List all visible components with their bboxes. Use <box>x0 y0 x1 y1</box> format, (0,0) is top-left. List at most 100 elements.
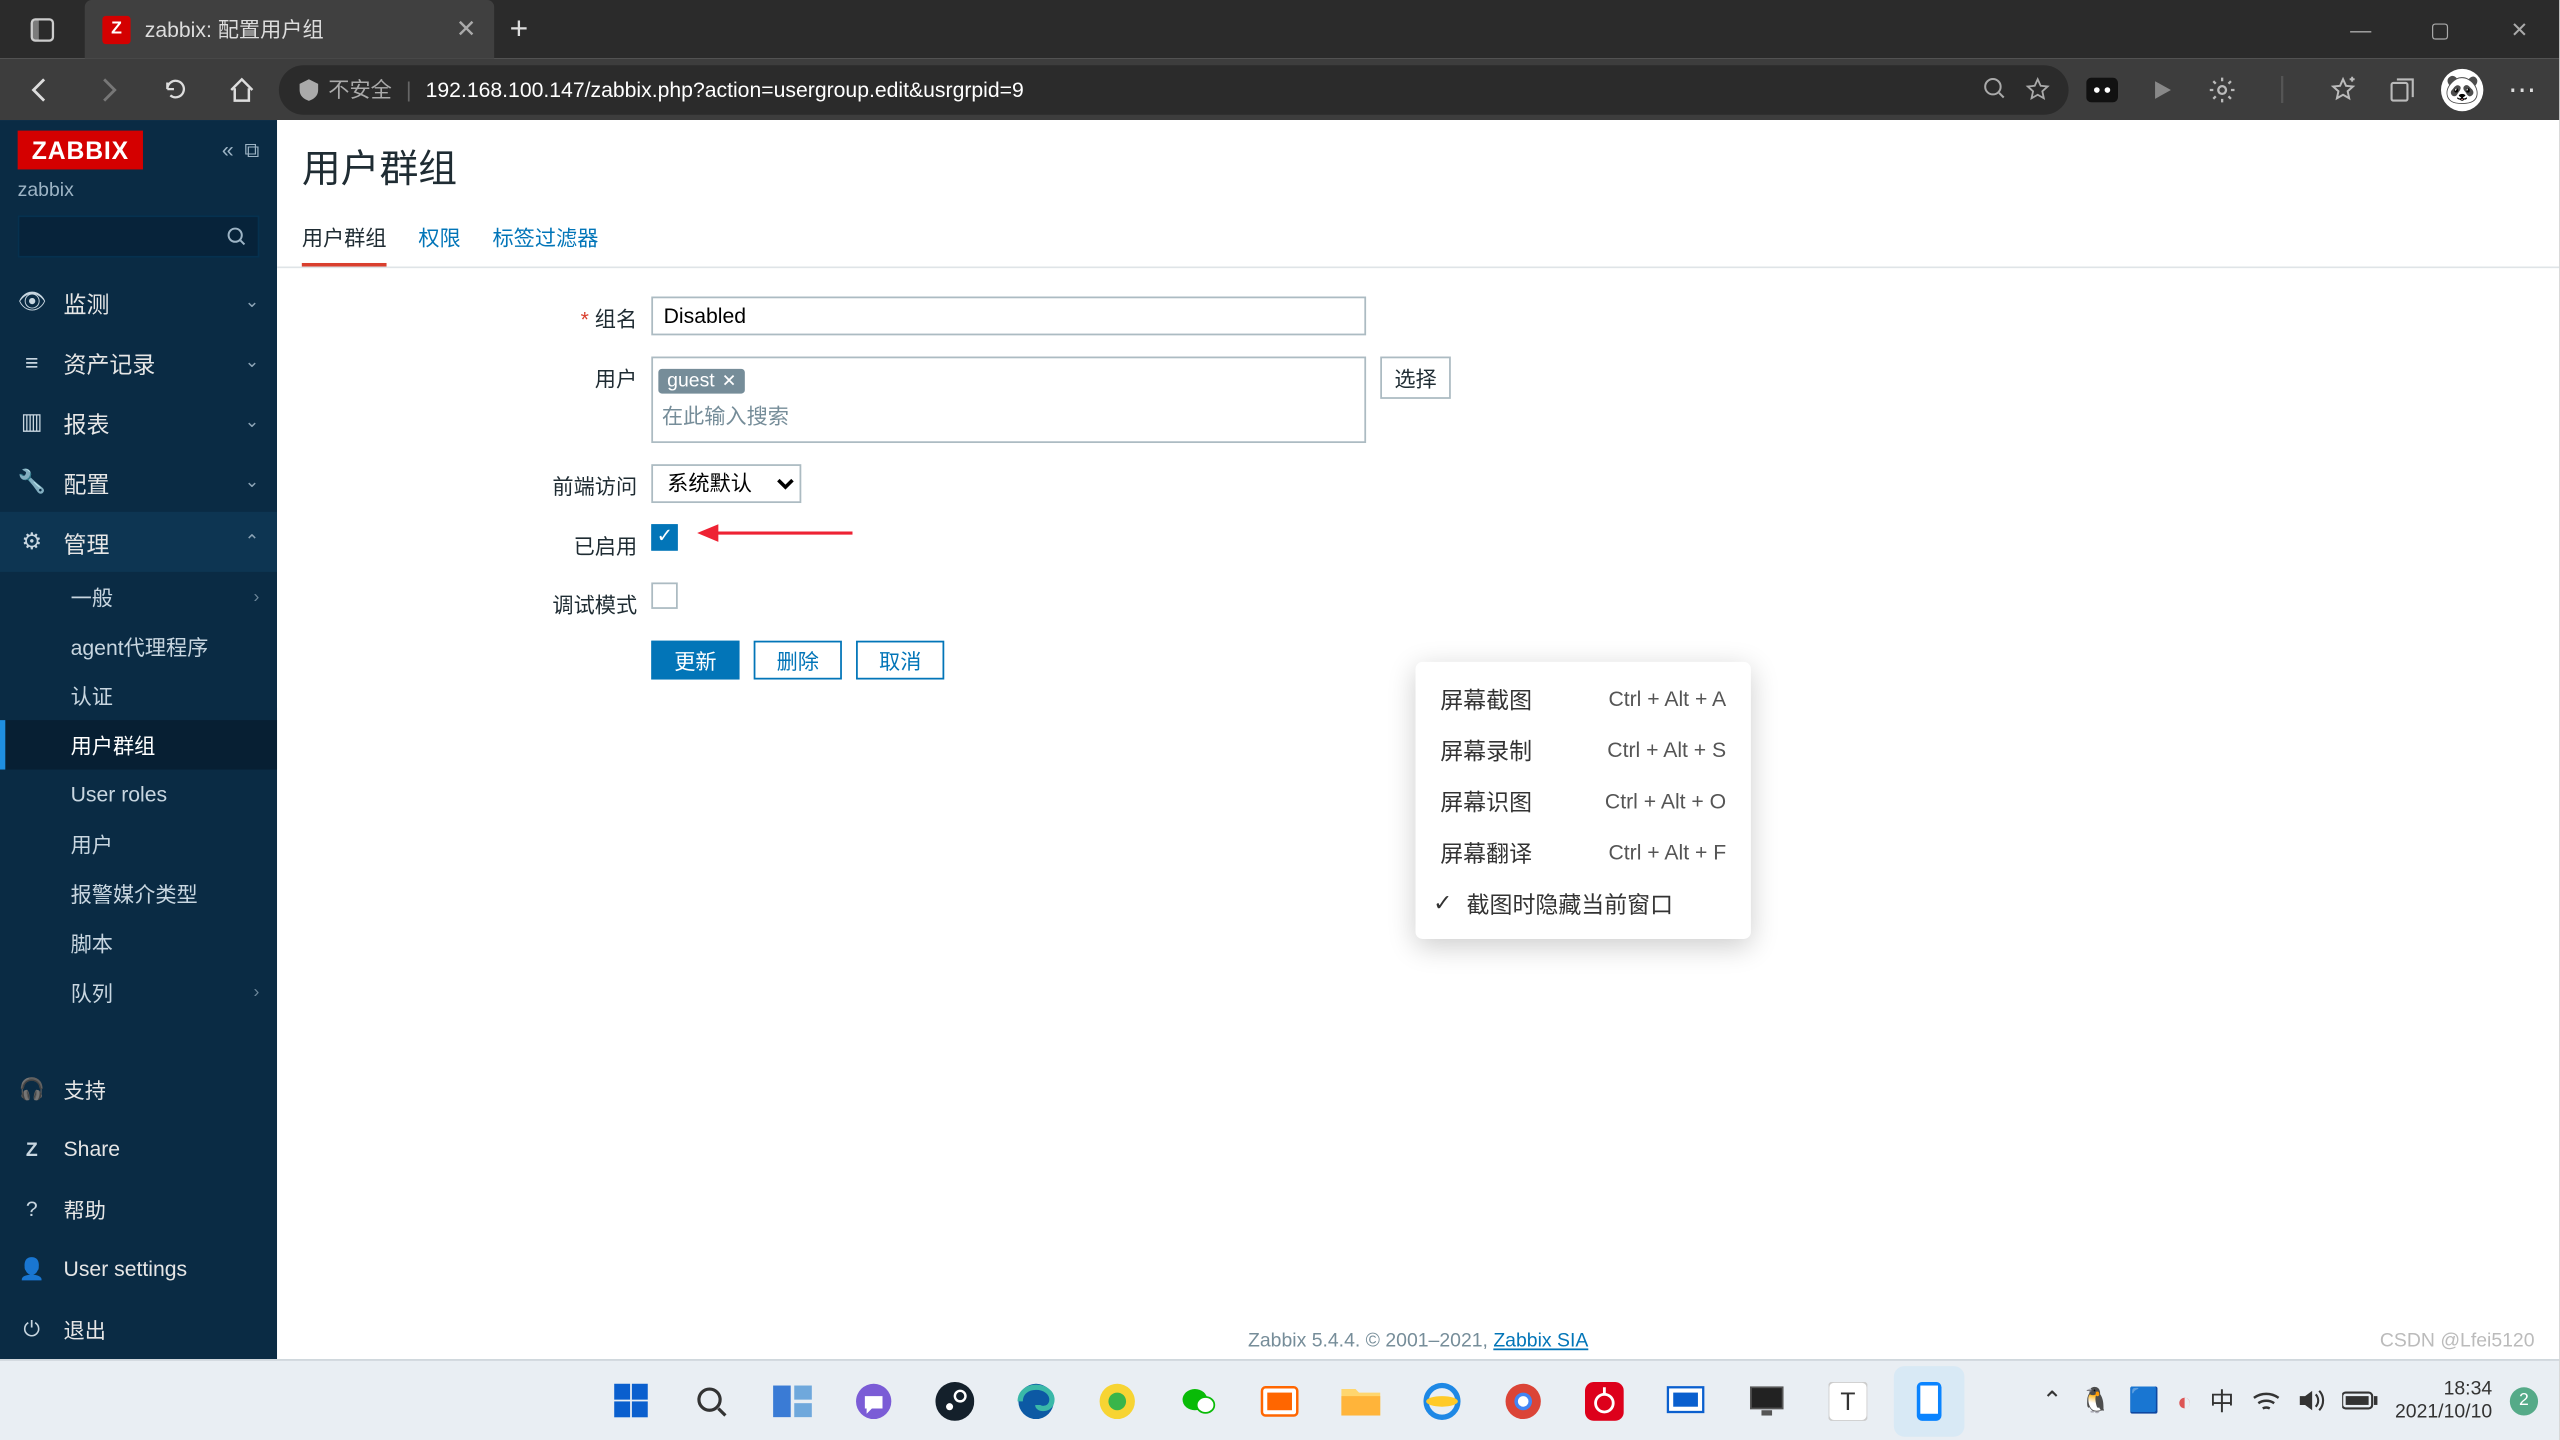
tray-chevron-icon[interactable]: ⌃ <box>2042 1386 2063 1416</box>
window-minimize[interactable]: ― <box>2321 0 2400 58</box>
vbox-icon[interactable] <box>1650 1365 1721 1436</box>
close-tab-icon[interactable]: ✕ <box>456 14 477 44</box>
tray-clock[interactable]: 18:34 2021/10/10 <box>2395 1379 2492 1422</box>
button-delete[interactable]: 删除 <box>754 641 842 680</box>
ctx-ocr[interactable]: 屏幕识图Ctrl + Alt + O <box>1416 775 1751 826</box>
search-icon[interactable] <box>676 1365 747 1436</box>
favorite-icon[interactable] <box>2024 76 2050 102</box>
sub-mediatypes[interactable]: 报警媒介类型 <box>0 868 277 917</box>
window-close[interactable]: ✕ <box>2480 0 2559 58</box>
ctx-translate[interactable]: 屏幕翻译Ctrl + Alt + F <box>1416 826 1751 877</box>
zabbix-logo[interactable]: ZABBIX <box>18 131 144 170</box>
collapse-sidebar-icon[interactable]: « <box>222 137 234 163</box>
ctx-hide-window[interactable]: ✓截图时隐藏当前窗口 <box>1416 877 1751 928</box>
users-placeholder: 在此输入搜索 <box>658 395 1359 436</box>
browser-menu-icon[interactable]: ⋯ <box>2496 63 2549 116</box>
tab-usergroup[interactable]: 用户群组 <box>302 212 387 267</box>
menu-config[interactable]: 🔧配置⌄ <box>0 452 277 512</box>
menu-inventory[interactable]: ≡资产记录⌄ <box>0 332 277 392</box>
chrome-icon[interactable] <box>1488 1365 1559 1436</box>
sub-general[interactable]: 一般› <box>0 572 277 621</box>
sub-auth[interactable]: 认证 <box>0 671 277 720</box>
checkbox-debug[interactable] <box>651 582 677 608</box>
zoom-icon[interactable] <box>1982 76 2007 102</box>
button-update[interactable]: 更新 <box>651 641 739 680</box>
remove-tag-icon[interactable]: ✕ <box>722 372 737 391</box>
annotation-arrow <box>697 515 856 550</box>
nav-back[interactable] <box>11 63 71 116</box>
edge-icon[interactable] <box>1001 1365 1072 1436</box>
browser-toolbar: 不安全 | 192.168.100.147/zabbix.php?action=… <box>0 58 2559 120</box>
tab-title: zabbix: 配置用户组 <box>145 14 324 44</box>
profile-avatar[interactable]: 🐼 <box>2436 63 2489 116</box>
nav-home[interactable] <box>212 63 272 116</box>
form-tabs: 用户群组 权限 标签过滤器 <box>277 212 2559 268</box>
menu-help[interactable]: ?帮助 <box>0 1179 277 1239</box>
tray-ime[interactable]: 中 <box>2210 1383 2235 1418</box>
select-users-button[interactable]: 选择 <box>1380 357 1451 399</box>
ext-favorites-icon[interactable] <box>2316 63 2369 116</box>
ext-collections-icon[interactable] <box>2376 63 2429 116</box>
nav-refresh[interactable] <box>145 63 205 116</box>
ext-settings-icon[interactable] <box>2196 63 2249 116</box>
qq-music-icon[interactable] <box>1082 1365 1153 1436</box>
menu-monitoring[interactable]: 👁监测⌄ <box>0 272 277 332</box>
app-orange-icon[interactable] <box>1244 1365 1315 1436</box>
wechat-icon[interactable] <box>1163 1365 1234 1436</box>
ctx-screenshot[interactable]: 屏幕截图Ctrl + Alt + A <box>1416 672 1751 723</box>
tab-tagfilter[interactable]: 标签过滤器 <box>492 212 598 267</box>
sub-users[interactable]: 用户 <box>0 819 277 868</box>
tab-permissions[interactable]: 权限 <box>418 212 460 267</box>
ext-ninja-icon[interactable] <box>2076 63 2129 116</box>
detach-sidebar-icon[interactable]: ⧉ <box>244 137 259 163</box>
tray-qq-icon[interactable]: 🐧 <box>2080 1386 2111 1416</box>
taskview-icon[interactable] <box>757 1365 828 1436</box>
url-bar[interactable]: 不安全 | 192.168.100.147/zabbix.php?action=… <box>279 64 2069 113</box>
explorer-icon[interactable] <box>1326 1365 1397 1436</box>
sub-userroles[interactable]: User roles <box>0 770 277 819</box>
ext-play-icon[interactable] <box>2136 63 2189 116</box>
sub-queue[interactable]: 队列› <box>0 967 277 1016</box>
sub-usergroups[interactable]: 用户群组 <box>0 720 277 769</box>
netease-icon[interactable] <box>1569 1365 1640 1436</box>
menu-logout[interactable]: ⏻退出 <box>0 1299 277 1359</box>
list-icon: ≡ <box>18 349 46 375</box>
steam-icon[interactable] <box>920 1365 991 1436</box>
chat-icon[interactable] <box>838 1365 909 1436</box>
chevron-up-icon: ⌃ <box>245 532 260 551</box>
input-groupname[interactable] <box>651 297 1366 336</box>
new-tab-button[interactable]: + <box>494 11 543 48</box>
tray-battery-icon[interactable] <box>2342 1391 2377 1410</box>
menu-admin[interactable]: ⚙管理⌃ <box>0 512 277 572</box>
phone-icon[interactable] <box>1894 1365 1965 1436</box>
tray-notif-badge[interactable]: 2 <box>2510 1386 2538 1414</box>
ie-icon[interactable] <box>1407 1365 1478 1436</box>
label-groupname: 组名 <box>302 297 651 334</box>
tray-app2-icon[interactable]: ◐ <box>2177 1386 2192 1414</box>
menu-share[interactable]: ZShare <box>0 1119 277 1179</box>
menu-reports[interactable]: ▥报表⌄ <box>0 392 277 452</box>
menu-support[interactable]: 🎧支持 <box>0 1059 277 1119</box>
tray-wifi-icon[interactable] <box>2252 1390 2280 1411</box>
tray-volume-icon[interactable] <box>2298 1389 2324 1412</box>
tray-app1-icon[interactable]: 🟦 <box>2129 1386 2160 1416</box>
url-text: 192.168.100.147/zabbix.php?action=usergr… <box>426 77 1024 102</box>
select-frontend[interactable]: 系统默认 <box>651 464 801 503</box>
input-users[interactable]: guest✕ 在此输入搜索 <box>651 357 1366 443</box>
button-cancel[interactable]: 取消 <box>856 641 944 680</box>
browser-tab[interactable]: Z zabbix: 配置用户组 ✕ <box>85 0 494 58</box>
monitor-icon[interactable] <box>1731 1365 1802 1436</box>
start-button[interactable] <box>595 1365 666 1436</box>
footer-link[interactable]: Zabbix SIA <box>1493 1331 1588 1352</box>
user-tag[interactable]: guest✕ <box>658 369 745 394</box>
tab-list-button[interactable] <box>0 0 85 58</box>
sidebar-search[interactable] <box>18 215 260 257</box>
chevron-down-icon: ⌄ <box>245 472 260 491</box>
sub-scripts[interactable]: 脚本 <box>0 918 277 967</box>
sub-proxies[interactable]: agent代理程序 <box>0 621 277 670</box>
window-maximize[interactable]: ▢ <box>2400 0 2479 58</box>
typora-icon[interactable]: T <box>1813 1365 1884 1436</box>
ctx-record[interactable]: 屏幕录制Ctrl + Alt + S <box>1416 724 1751 775</box>
menu-usersettings[interactable]: 👤User settings <box>0 1239 277 1299</box>
checkbox-enabled[interactable] <box>651 524 677 550</box>
